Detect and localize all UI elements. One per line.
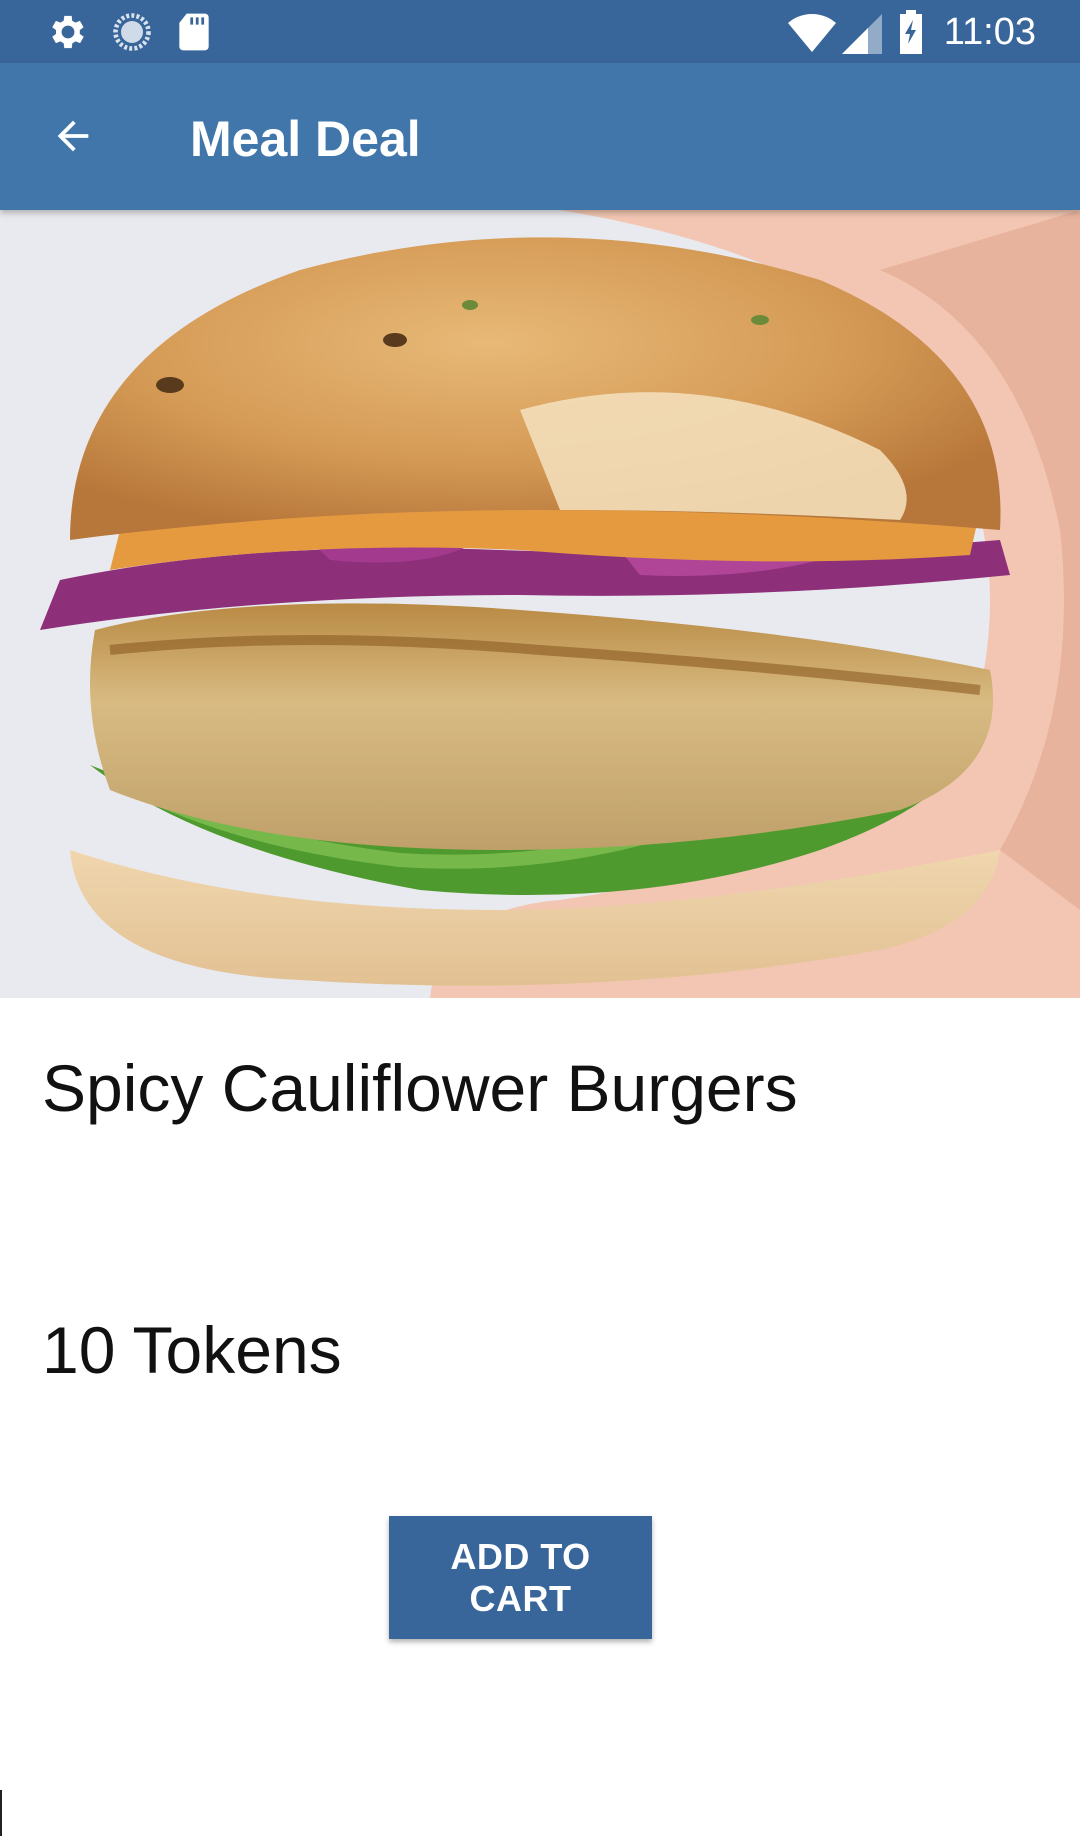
loading-icon [110, 10, 154, 59]
app-bar: Meal Deal [0, 63, 1080, 210]
battery-charging-icon [898, 10, 924, 59]
page-title: Meal Deal [190, 111, 421, 167]
meal-name: Spicy Cauliflower Burgers [42, 1051, 798, 1125]
settings-icon [46, 10, 90, 59]
add-to-cart-button[interactable]: ADD TO CART [389, 1516, 652, 1639]
meal-price: 10 Tokens [42, 1313, 342, 1387]
cell-signal-icon [842, 10, 882, 59]
status-time: 11:03 [943, 11, 1036, 53]
back-button[interactable] [34, 103, 112, 173]
wifi-icon [788, 10, 836, 59]
status-bar: 11:03 [0, 0, 1080, 63]
meal-image [0, 210, 1080, 998]
edge-divider [0, 1790, 2, 1836]
sd-card-icon [174, 10, 214, 59]
burger-photo [0, 210, 1080, 998]
arrow-back-icon [50, 113, 96, 164]
